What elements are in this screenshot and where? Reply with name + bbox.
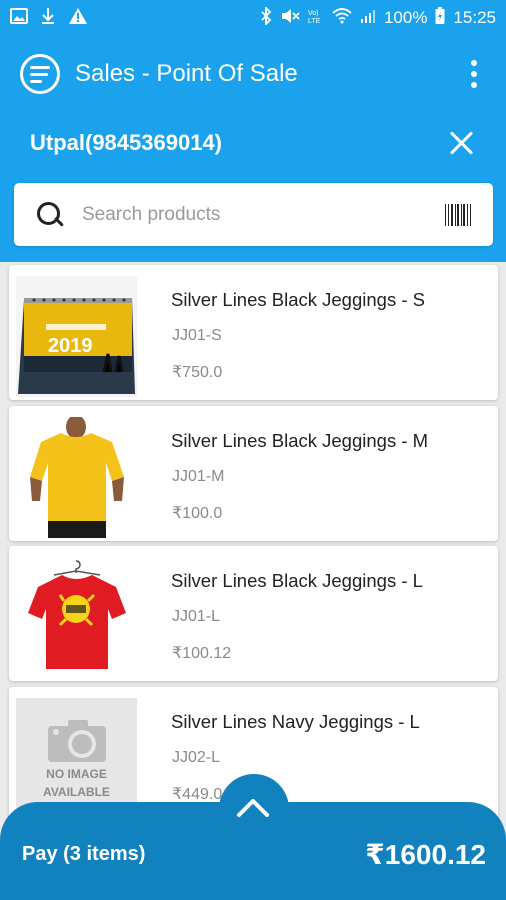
svg-text:LTE: LTE (308, 18, 321, 25)
pay-total: ₹1600.12 (365, 839, 486, 870)
app-bar: Sales - Point Of Sale (0, 36, 506, 112)
red-tshirt-product-image (16, 557, 137, 678)
camera-icon (48, 720, 106, 762)
product-name: Silver Lines Black Jeggings - S (171, 289, 425, 310)
no-image-line1: NO IMAGE (46, 767, 107, 781)
search-area (0, 174, 506, 262)
pay-button-label[interactable]: Pay (3 items) (22, 843, 145, 866)
yellow-tshirt-product-image (16, 417, 137, 538)
product-sku: JJ02-L (172, 749, 221, 766)
search-icon (36, 201, 64, 229)
svg-text:Vo): Vo) (308, 10, 319, 17)
clear-customer-close-icon[interactable] (448, 129, 476, 157)
page-title: Sales - Point Of Sale (75, 60, 298, 87)
no-image-line2: AVAILABLE (43, 785, 110, 799)
wifi-icon (332, 7, 352, 29)
battery-icon (435, 6, 445, 30)
product-name: Silver Lines Navy Jeggings - L (171, 711, 420, 732)
customer-bar: Utpal(9845369014) (0, 112, 506, 174)
product-card[interactable]: Silver Lines Black Jeggings - M JJ01-M ₹… (9, 406, 498, 541)
product-name: Silver Lines Black Jeggings - M (171, 430, 429, 451)
warning-icon (68, 7, 88, 30)
calendar-product-image: 2019 (16, 276, 137, 397)
product-price: ₹449.0 (172, 786, 223, 803)
barcode-scan-icon[interactable] (445, 203, 471, 226)
volte-icon: Vo) LTE (308, 7, 324, 30)
product-card[interactable]: Silver Lines Black Jeggings - L JJ01-L ₹… (9, 546, 498, 681)
product-price: ₹100.12 (172, 645, 232, 662)
product-sku: JJ01-S (172, 327, 222, 344)
signal-icon (360, 8, 376, 29)
status-bar: Vo) LTE 100% 15:25 (0, 0, 506, 36)
product-price: ₹750.0 (172, 364, 223, 381)
calendar-year-text: 2019 (48, 335, 93, 357)
no-image-placeholder: NO IMAGE AVAILABLE (16, 698, 137, 819)
download-icon (40, 7, 56, 30)
menu-logo-icon[interactable] (20, 54, 60, 94)
bluetooth-icon (260, 5, 272, 30)
search-input[interactable] (82, 203, 412, 226)
mute-icon (280, 7, 300, 30)
image-icon (10, 7, 28, 29)
product-name: Silver Lines Black Jeggings - L (171, 570, 423, 591)
customer-name: Utpal(9845369014) (30, 130, 223, 155)
more-options-icon[interactable] (462, 60, 486, 88)
product-sku: JJ01-M (172, 468, 225, 485)
product-price: ₹100.0 (172, 505, 223, 522)
clock: 15:25 (453, 8, 496, 27)
battery-percent: 100% (383, 8, 428, 27)
chevron-up-icon[interactable] (236, 795, 270, 819)
product-card[interactable]: 2019 Silver Lines Black Jeggings - S JJ0… (9, 265, 498, 400)
search-box (14, 183, 493, 246)
product-sku: JJ01-L (172, 608, 221, 625)
